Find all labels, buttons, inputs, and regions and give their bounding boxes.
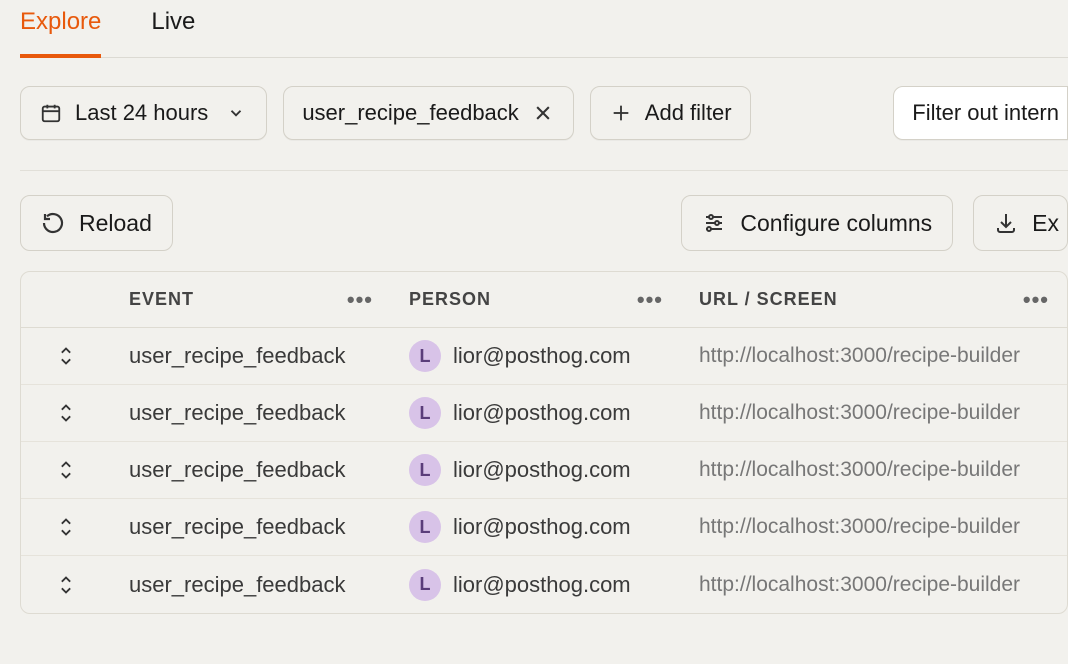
download-icon bbox=[994, 211, 1018, 235]
col-url-menu[interactable]: ••• bbox=[1023, 287, 1049, 313]
sort-icon bbox=[54, 515, 78, 539]
export-label: Ex bbox=[1032, 210, 1059, 237]
plus-icon bbox=[609, 101, 633, 125]
avatar: L bbox=[409, 397, 441, 429]
close-icon[interactable] bbox=[531, 101, 555, 125]
col-person: PERSON ••• bbox=[391, 287, 681, 313]
calendar-icon bbox=[39, 101, 63, 125]
tab-explore[interactable]: Explore bbox=[20, 8, 101, 58]
col-event-menu[interactable]: ••• bbox=[347, 287, 373, 313]
avatar: L bbox=[409, 340, 441, 372]
person-email: lior@posthog.com bbox=[453, 514, 631, 540]
date-range-picker[interactable]: Last 24 hours bbox=[20, 86, 267, 140]
cell-url: http://localhost:3000/recipe-builder bbox=[681, 344, 1067, 368]
cell-url: http://localhost:3000/recipe-builder bbox=[681, 458, 1067, 482]
cell-url: http://localhost:3000/recipe-builder bbox=[681, 515, 1067, 539]
filter-bar: Last 24 hours user_recipe_feedback Add f… bbox=[20, 86, 1068, 140]
table-row[interactable]: user_recipe_feedbackLlior@posthog.comhtt… bbox=[21, 556, 1067, 613]
table-row[interactable]: user_recipe_feedbackLlior@posthog.comhtt… bbox=[21, 442, 1067, 499]
sort-icon bbox=[54, 401, 78, 425]
export-button[interactable]: Ex bbox=[973, 195, 1068, 251]
cell-event: user_recipe_feedback bbox=[111, 572, 391, 598]
tab-live[interactable]: Live bbox=[151, 8, 195, 58]
chevron-down-icon bbox=[224, 101, 248, 125]
expand-toggle[interactable] bbox=[21, 344, 111, 368]
table-row[interactable]: user_recipe_feedbackLlior@posthog.comhtt… bbox=[21, 385, 1067, 442]
expand-toggle[interactable] bbox=[21, 573, 111, 597]
divider bbox=[20, 170, 1068, 171]
table-row[interactable]: user_recipe_feedbackLlior@posthog.comhtt… bbox=[21, 328, 1067, 385]
person-email: lior@posthog.com bbox=[453, 400, 631, 426]
add-filter-button[interactable]: Add filter bbox=[590, 86, 751, 140]
sort-icon bbox=[54, 573, 78, 597]
person-email: lior@posthog.com bbox=[453, 343, 631, 369]
col-url: URL / SCREEN ••• bbox=[681, 287, 1067, 313]
col-event-label: EVENT bbox=[129, 289, 194, 310]
reload-icon bbox=[41, 211, 65, 235]
filter-out-internal-button[interactable]: Filter out intern bbox=[893, 86, 1068, 140]
filter-out-label: Filter out intern bbox=[912, 100, 1059, 126]
expand-toggle[interactable] bbox=[21, 458, 111, 482]
date-range-label: Last 24 hours bbox=[75, 100, 208, 126]
tabs: Explore Live bbox=[20, 8, 1068, 58]
col-event: EVENT ••• bbox=[111, 287, 391, 313]
table-body: user_recipe_feedbackLlior@posthog.comhtt… bbox=[21, 328, 1067, 613]
col-person-label: PERSON bbox=[409, 289, 491, 310]
person-email: lior@posthog.com bbox=[453, 457, 631, 483]
reload-label: Reload bbox=[79, 210, 152, 237]
table-header: EVENT ••• PERSON ••• URL / SCREEN ••• bbox=[21, 272, 1067, 328]
cell-person[interactable]: Llior@posthog.com bbox=[391, 569, 681, 601]
active-filter-label: user_recipe_feedback bbox=[302, 100, 518, 126]
events-table: EVENT ••• PERSON ••• URL / SCREEN ••• us… bbox=[20, 271, 1068, 614]
avatar: L bbox=[409, 569, 441, 601]
cell-url: http://localhost:3000/recipe-builder bbox=[681, 573, 1067, 597]
table-row[interactable]: user_recipe_feedbackLlior@posthog.comhtt… bbox=[21, 499, 1067, 556]
cell-url: http://localhost:3000/recipe-builder bbox=[681, 401, 1067, 425]
cell-event: user_recipe_feedback bbox=[111, 343, 391, 369]
cell-event: user_recipe_feedback bbox=[111, 457, 391, 483]
avatar: L bbox=[409, 511, 441, 543]
active-filter-chip[interactable]: user_recipe_feedback bbox=[283, 86, 573, 140]
cell-person[interactable]: Llior@posthog.com bbox=[391, 454, 681, 486]
person-email: lior@posthog.com bbox=[453, 572, 631, 598]
configure-columns-button[interactable]: Configure columns bbox=[681, 195, 953, 251]
cell-event: user_recipe_feedback bbox=[111, 514, 391, 540]
add-filter-label: Add filter bbox=[645, 100, 732, 126]
avatar: L bbox=[409, 454, 441, 486]
sort-icon bbox=[54, 458, 78, 482]
expand-toggle[interactable] bbox=[21, 401, 111, 425]
sort-icon bbox=[54, 344, 78, 368]
cell-person[interactable]: Llior@posthog.com bbox=[391, 397, 681, 429]
sliders-icon bbox=[702, 211, 726, 235]
reload-button[interactable]: Reload bbox=[20, 195, 173, 251]
configure-columns-label: Configure columns bbox=[740, 210, 932, 237]
cell-person[interactable]: Llior@posthog.com bbox=[391, 511, 681, 543]
cell-event: user_recipe_feedback bbox=[111, 400, 391, 426]
action-bar: Reload Configure columns Ex bbox=[20, 195, 1068, 251]
expand-toggle[interactable] bbox=[21, 515, 111, 539]
cell-person[interactable]: Llior@posthog.com bbox=[391, 340, 681, 372]
col-url-label: URL / SCREEN bbox=[699, 289, 838, 310]
col-person-menu[interactable]: ••• bbox=[637, 287, 663, 313]
